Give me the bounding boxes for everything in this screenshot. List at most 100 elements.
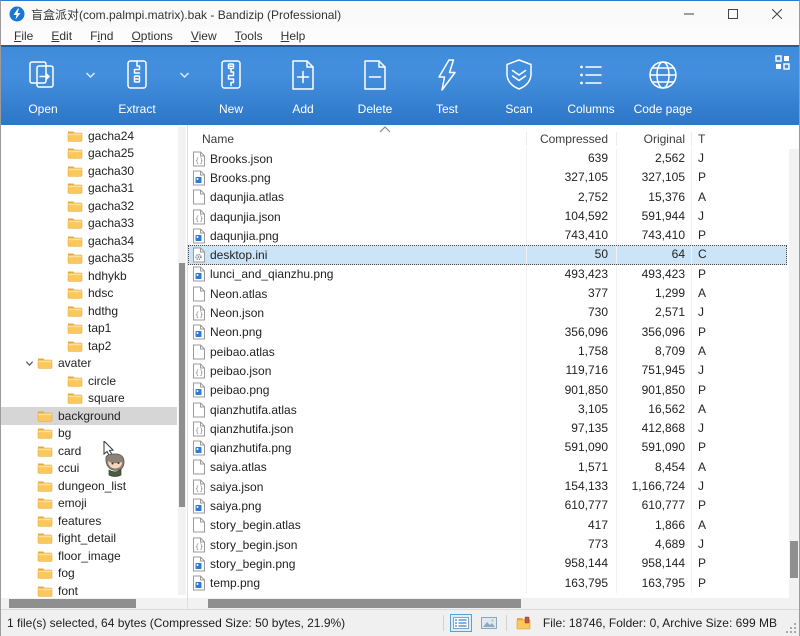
resize-grip[interactable] <box>786 623 796 633</box>
sidebar-vscroll-thumb[interactable] <box>179 263 185 507</box>
sidebar-vertical-scrollbar[interactable] <box>178 127 186 595</box>
toolbar-customize-icon[interactable] <box>775 55 791 71</box>
tree-item-dungeon_list[interactable]: dungeon_list <box>1 477 177 495</box>
tree-item-circle[interactable]: circle <box>1 372 177 390</box>
file-row-Neon.png[interactable]: Neon.png356,096356,096P <box>188 323 787 342</box>
code-page-button[interactable]: Code page <box>627 53 699 116</box>
list-vscroll-thumb[interactable] <box>790 541 798 578</box>
tree-item-gacha35[interactable]: gacha35 <box>1 250 177 268</box>
menu-item-tools[interactable]: Tools <box>226 28 272 44</box>
sidebar-horizontal-scrollbar[interactable] <box>1 598 188 609</box>
file-row-story_begin.png[interactable]: story_begin.png958,144958,144P <box>188 554 787 573</box>
tree-item-floor_image[interactable]: floor_image <box>1 547 177 565</box>
column-header-name[interactable]: Name <box>188 132 526 146</box>
open-dropdown-button[interactable] <box>79 57 101 93</box>
file-row-daqunjia.json[interactable]: {}daqunjia.json104,592591,944J <box>188 207 787 226</box>
file-row-Neon.atlas[interactable]: Neon.atlas3771,299A <box>188 284 787 303</box>
tree-item-gacha31[interactable]: gacha31 <box>1 180 177 198</box>
extract-dropdown-button[interactable] <box>173 57 195 93</box>
open-folder-icon[interactable] <box>513 614 535 632</box>
file-row-story_begin.atlas[interactable]: story_begin.atlas4171,866A <box>188 516 787 535</box>
file-row-desktop.ini[interactable]: desktop.ini5064C <box>188 245 787 264</box>
list-view-icon[interactable] <box>450 614 472 632</box>
image-preview-icon[interactable] <box>478 614 500 632</box>
tree-item-card[interactable]: card <box>1 442 177 460</box>
scan-button[interactable]: Scan <box>483 53 555 116</box>
menu-item-file[interactable]: File <box>5 28 42 44</box>
file-row-daqunjia.png[interactable]: daqunjia.png743,410743,410P <box>188 226 787 245</box>
file-row-story_begin.json[interactable]: {}story_begin.json7734,689J <box>188 535 787 554</box>
tree-item-fog[interactable]: fog <box>1 565 177 583</box>
tree-item-tap1[interactable]: tap1 <box>1 320 177 338</box>
column-header-type[interactable]: T <box>691 132 799 146</box>
file-row-daqunjia.atlas[interactable]: daqunjia.atlas2,75215,376A <box>188 188 787 207</box>
file-type: J <box>691 535 787 554</box>
menu-item-find[interactable]: Find <box>81 28 122 44</box>
file-row-qianzhutifa.atlas[interactable]: qianzhutifa.atlas3,10516,562A <box>188 400 787 419</box>
original-size: 901,850 <box>616 381 691 400</box>
file-row-Brooks.json[interactable]: {}Brooks.json6392,562J <box>188 149 787 168</box>
compressed-size: 377 <box>526 284 616 303</box>
original-size: 1,866 <box>616 516 691 535</box>
json-file-icon: {} <box>192 363 210 379</box>
bandizip-logo-icon <box>9 6 25 22</box>
open-button[interactable]: Open <box>7 53 79 116</box>
tree-item-avater[interactable]: avater <box>1 355 177 373</box>
close-button[interactable] <box>755 1 799 27</box>
column-header-compressed[interactable]: Compressed <box>526 132 616 146</box>
tree-item-font[interactable]: font <box>1 582 177 597</box>
column-header-original[interactable]: Original <box>616 132 691 146</box>
file-row-peibao.png[interactable]: peibao.png901,850901,850P <box>188 381 787 400</box>
add-button[interactable]: Add <box>267 53 339 116</box>
tree-item-gacha25[interactable]: gacha25 <box>1 145 177 163</box>
tree-item-emoji[interactable]: emoji <box>1 495 177 513</box>
extract-button[interactable]: Extract <box>101 53 173 116</box>
new-button[interactable]: New <box>195 53 267 116</box>
minimize-button[interactable] <box>667 1 711 27</box>
tree-item-hdthg[interactable]: hdthg <box>1 302 177 320</box>
menu-item-options[interactable]: Options <box>122 28 181 44</box>
tree-item-tap2[interactable]: tap2 <box>1 337 177 355</box>
tree-item-gacha24[interactable]: gacha24 <box>1 127 177 145</box>
title-bar[interactable]: 盲盒派对(com.palmpi.matrix).bak - Bandizip (… <box>1 1 799 27</box>
list-horizontal-scrollbar[interactable] <box>188 598 799 609</box>
list-hscroll-thumb[interactable] <box>208 599 521 608</box>
test-button[interactable]: Test <box>411 53 483 116</box>
maximize-button[interactable] <box>711 1 755 27</box>
tree-item-hdsc[interactable]: hdsc <box>1 285 177 303</box>
tree-item-bg[interactable]: bg <box>1 425 177 443</box>
delete-button[interactable]: Delete <box>339 53 411 116</box>
file-row-saiya.atlas[interactable]: saiya.atlas1,5718,454A <box>188 458 787 477</box>
menu-item-help[interactable]: Help <box>272 28 315 44</box>
columns-button[interactable]: Columns <box>555 53 627 116</box>
tree-item-square[interactable]: square <box>1 390 177 408</box>
menu-item-edit[interactable]: Edit <box>42 28 81 44</box>
file-row-peibao.atlas[interactable]: peibao.atlas1,7588,709A <box>188 342 787 361</box>
tree-item-background[interactable]: background <box>1 407 177 425</box>
tree-item-label: circle <box>88 374 116 388</box>
tree-item-features[interactable]: features <box>1 512 177 530</box>
tree-item-ccui[interactable]: ccui <box>1 460 177 478</box>
file-row-Neon.json[interactable]: {}Neon.json7302,571J <box>188 303 787 322</box>
tree-item-fight_detail[interactable]: fight_detail <box>1 530 177 548</box>
file-row-peibao.json[interactable]: {}peibao.json119,716751,945J <box>188 361 787 380</box>
tree-item-gacha32[interactable]: gacha32 <box>1 197 177 215</box>
file-row-Brooks.png[interactable]: Brooks.png327,105327,105P <box>188 168 787 187</box>
tree-item-hdhykb[interactable]: hdhykb <box>1 267 177 285</box>
list-vertical-scrollbar[interactable] <box>789 149 799 598</box>
folder-icon <box>67 375 88 387</box>
expand-chevron-icon[interactable] <box>21 359 37 368</box>
tree-item-gacha34[interactable]: gacha34 <box>1 232 177 250</box>
file-row-qianzhutifa.json[interactable]: {}qianzhutifa.json97,135412,868J <box>188 419 787 438</box>
file-row-saiya.json[interactable]: {}saiya.json154,1331,166,724J <box>188 477 787 496</box>
tree-item-gacha33[interactable]: gacha33 <box>1 215 177 233</box>
sidebar-hscroll-thumb[interactable] <box>9 599 136 608</box>
file-row-lunci_and_qianzhu.png[interactable]: lunci_and_qianzhu.png493,423493,423P <box>188 265 787 284</box>
json-file-icon: {} <box>192 479 210 495</box>
tree-item-label: emoji <box>58 496 87 510</box>
menu-item-view[interactable]: View <box>182 28 226 44</box>
tree-item-gacha30[interactable]: gacha30 <box>1 162 177 180</box>
file-row-saiya.png[interactable]: saiya.png610,777610,777P <box>188 496 787 515</box>
file-row-qianzhutifa.png[interactable]: qianzhutifa.png591,090591,090P <box>188 438 787 457</box>
file-row-temp.png[interactable]: temp.png163,795163,795P <box>188 574 787 593</box>
